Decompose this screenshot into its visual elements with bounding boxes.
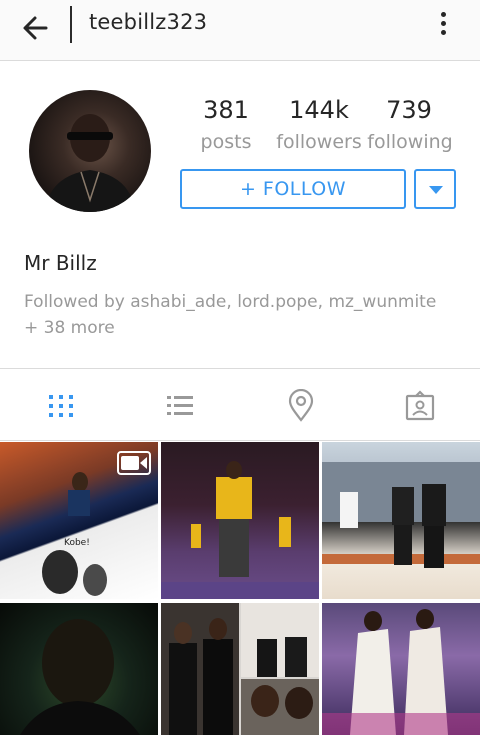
grid-photo-3[interactable] xyxy=(322,442,480,599)
posts-count[interactable]: 381 xyxy=(198,96,254,124)
section-divider xyxy=(0,368,480,369)
followed-by-text[interactable]: Followed by ashabi_ade, lord.pope, mz_wu… xyxy=(24,289,454,341)
grid-photo-6[interactable] xyxy=(322,603,480,735)
photo-caption-text: Kobe! xyxy=(64,538,90,548)
followers-label: followers xyxy=(276,131,362,153)
grid-view-icon[interactable] xyxy=(44,389,78,423)
profile-username: teebillz323 xyxy=(89,10,208,34)
grid-photo-5[interactable] xyxy=(161,603,319,735)
header-divider xyxy=(70,6,72,43)
followers-count[interactable]: 144k xyxy=(282,96,356,124)
following-label: following xyxy=(367,131,453,153)
grid-photo-4[interactable] xyxy=(0,603,158,735)
tabs-divider xyxy=(0,440,480,441)
location-pin-icon[interactable] xyxy=(284,389,318,423)
grid-photo-2[interactable] xyxy=(161,442,319,599)
tagged-photos-icon[interactable] xyxy=(403,389,437,423)
video-camera-icon xyxy=(120,454,148,472)
grid-photo-1[interactable]: Kobe! xyxy=(0,442,158,599)
profile-full-name: Mr Billz xyxy=(24,251,97,275)
following-count[interactable]: 739 xyxy=(378,96,440,124)
list-view-icon[interactable] xyxy=(163,389,197,423)
chevron-down-icon xyxy=(429,186,443,194)
arrow-left-icon[interactable] xyxy=(18,10,54,46)
profile-avatar[interactable] xyxy=(29,90,151,212)
suggestions-dropdown-button[interactable] xyxy=(414,169,456,209)
app-header: teebillz323 xyxy=(0,0,480,61)
follow-button[interactable]: + FOLLOW xyxy=(180,169,406,209)
more-vertical-icon[interactable] xyxy=(430,8,456,44)
posts-label: posts xyxy=(200,131,252,153)
